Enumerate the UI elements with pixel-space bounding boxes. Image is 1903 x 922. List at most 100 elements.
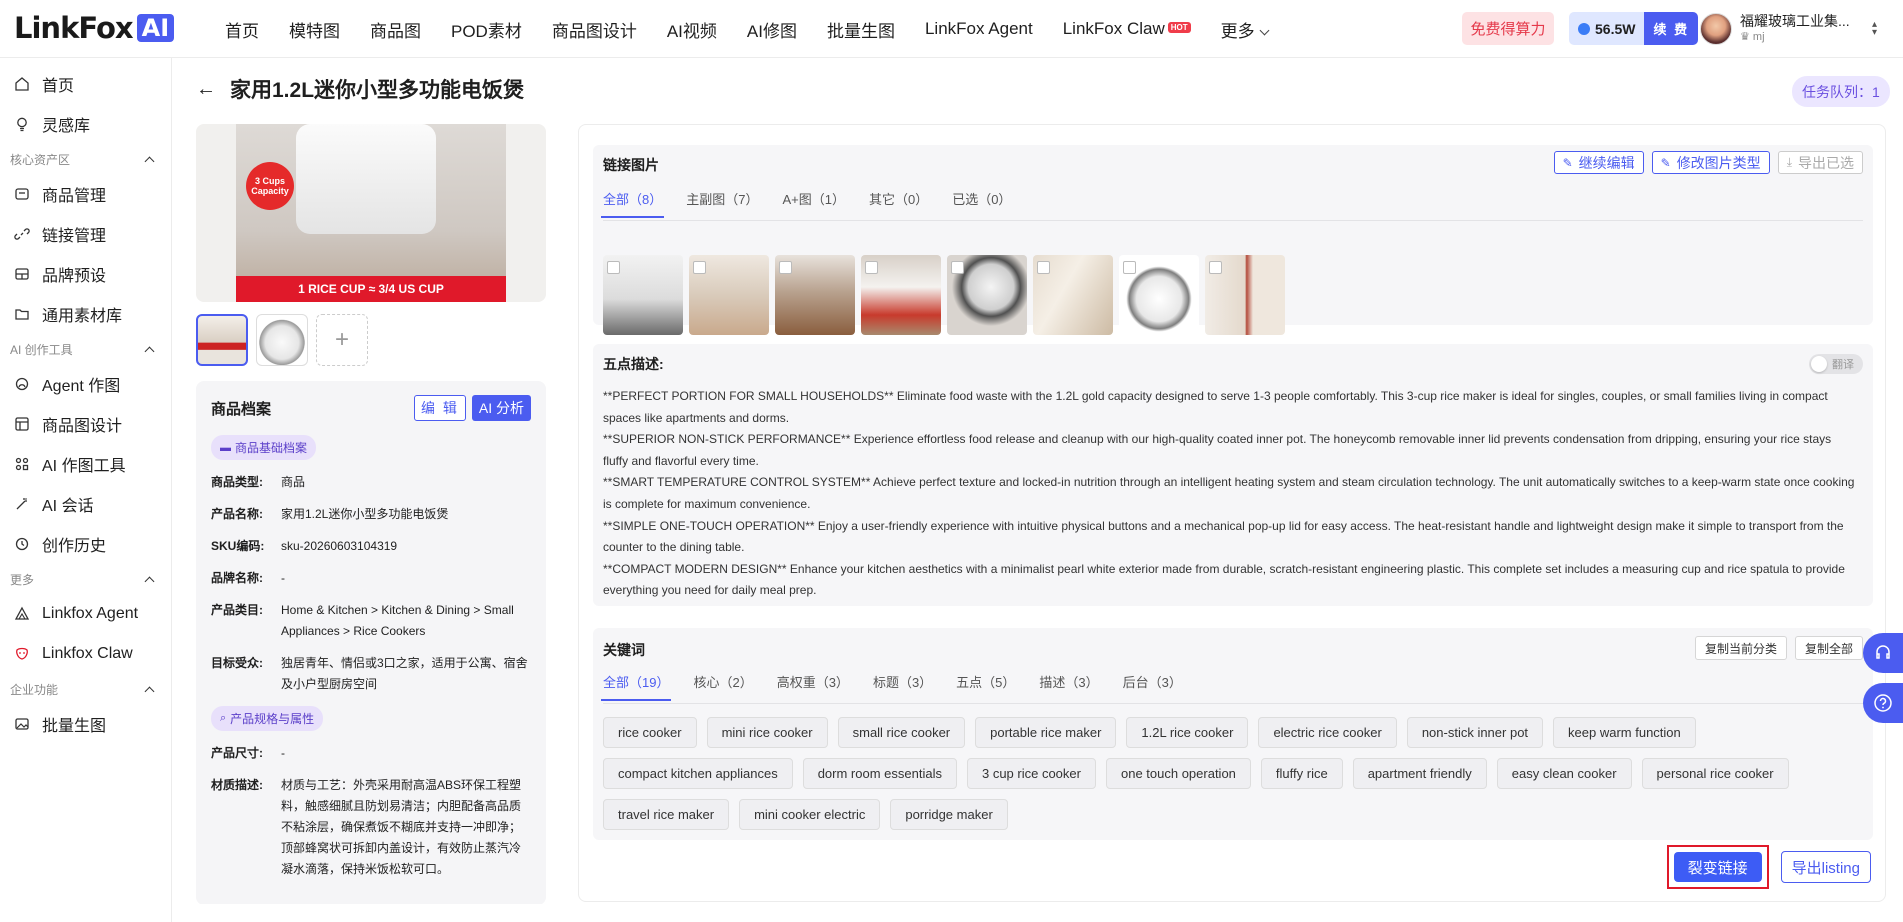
sidebar-item-linkfox-claw[interactable]: Linkfox Claw <box>0 634 171 674</box>
tab-keywords-bullets[interactable]: 五点（5） <box>956 672 1015 701</box>
keyword-tag[interactable]: easy clean cooker <box>1496 758 1632 789</box>
nav-more[interactable]: 更多 <box>1221 17 1270 42</box>
tab-all-images[interactable]: 全部（8） <box>600 189 665 218</box>
tab-keywords-title[interactable]: 标题（3） <box>873 672 932 701</box>
copy-category-button[interactable]: 复制当前分类 <box>1694 636 1787 660</box>
nav-batch[interactable]: 批量生图 <box>827 17 895 42</box>
link-image-2[interactable] <box>689 255 769 335</box>
link-image-4[interactable] <box>861 255 941 335</box>
checkbox[interactable] <box>779 261 792 274</box>
nav-ai-video[interactable]: AI视频 <box>667 17 717 42</box>
nav-home[interactable]: 首页 <box>225 17 259 42</box>
link-image-7[interactable] <box>1119 255 1199 335</box>
keyword-tag[interactable]: porridge maker <box>890 799 1008 830</box>
link-image-5[interactable] <box>947 255 1027 335</box>
keyword-tag[interactable]: portable rice maker <box>975 717 1117 748</box>
nav-pod[interactable]: POD素材 <box>451 17 522 42</box>
add-image-button[interactable]: + <box>316 314 368 366</box>
link-image-6[interactable] <box>1033 255 1113 335</box>
nav-ai-retouch[interactable]: AI修图 <box>747 17 797 42</box>
sidebar-item-batch[interactable]: 批量生图 <box>0 704 171 744</box>
edit-profile-button[interactable]: 编 辑 <box>413 395 466 421</box>
keyword-tag[interactable]: keep warm function <box>1553 717 1696 748</box>
keyword-tag[interactable]: non-stick inner pot <box>1406 717 1544 748</box>
tab-selected-images[interactable]: 已选（0） <box>952 189 1011 218</box>
tab-other-images[interactable]: 其它（0） <box>869 189 928 218</box>
sidebar-section-more[interactable]: 更多 <box>0 564 171 594</box>
nav-agent[interactable]: LinkFox Agent <box>925 19 1033 39</box>
link-image-1[interactable] <box>603 255 683 335</box>
translate-toggle[interactable]: 翻译 <box>1809 354 1863 374</box>
keyword-tag[interactable]: 1.2L rice cooker <box>1126 717 1249 748</box>
chevron-up-icon <box>144 346 155 356</box>
keyword-tag[interactable]: electric rice cooker <box>1258 717 1397 748</box>
headset-support-icon[interactable] <box>1863 633 1903 673</box>
keyword-tag[interactable]: personal rice cooker <box>1641 758 1789 789</box>
checkbox[interactable] <box>693 261 706 274</box>
tab-keywords-all[interactable]: 全部（19） <box>600 672 672 701</box>
sidebar-item-links[interactable]: 链接管理 <box>0 214 171 254</box>
keyword-tag[interactable]: mini cooker electric <box>739 799 881 830</box>
ai-analyze-button[interactable]: AI 分析 <box>471 395 531 421</box>
change-image-type-button[interactable]: ✎ 修改图片类型 <box>1651 151 1770 174</box>
checkbox[interactable] <box>951 261 964 274</box>
nav-product-image[interactable]: 商品图 <box>370 17 421 42</box>
export-listing-button[interactable]: 导出listing <box>1780 851 1871 883</box>
tab-keywords-core[interactable]: 核心（2） <box>693 672 752 701</box>
continue-edit-button[interactable]: ✎ 继续编辑 <box>1553 151 1644 174</box>
sidebar-item-ai-tools[interactable]: AI 作图工具 <box>0 444 171 484</box>
keyword-tag[interactable]: one touch operation <box>1105 758 1251 789</box>
back-arrow-icon[interactable]: ← <box>196 78 216 101</box>
link-image-8[interactable] <box>1205 255 1285 335</box>
keyword-tag[interactable]: small rice cooker <box>837 717 966 748</box>
nav-product-design[interactable]: 商品图设计 <box>552 17 637 42</box>
help-icon[interactable] <box>1863 683 1903 723</box>
keyword-tag[interactable]: apartment friendly <box>1352 758 1487 789</box>
nav-claw[interactable]: LinkFox Claw HOT <box>1063 19 1191 39</box>
keyword-tag[interactable]: rice cooker <box>603 717 697 748</box>
keyword-tag[interactable]: 3 cup rice cooker <box>966 758 1096 789</box>
keyword-tag[interactable]: compact kitchen appliances <box>603 758 793 789</box>
thumbnail-1[interactable] <box>196 314 248 366</box>
tab-keywords-high-weight[interactable]: 高权重（3） <box>777 672 849 701</box>
sidebar-item-materials[interactable]: 通用素材库 <box>0 294 171 334</box>
keyword-tag[interactable]: mini rice cooker <box>706 717 828 748</box>
sidebar-item-inspiration[interactable]: 灵感库 <box>0 104 171 144</box>
user-menu[interactable]: 福耀玻璃工业集... ♛ mj ▴ ▾ <box>1700 10 1877 48</box>
sidebar-item-design[interactable]: 商品图设计 <box>0 404 171 444</box>
keyword-tag[interactable]: travel rice maker <box>603 799 730 830</box>
nav-model[interactable]: 模特图 <box>289 17 340 42</box>
checkbox[interactable] <box>607 261 620 274</box>
sidebar-item-agent-draw[interactable]: Agent 作图 <box>0 364 171 404</box>
free-compute-button[interactable]: 免费得算力 <box>1462 12 1554 45</box>
tab-aplus-images[interactable]: A+图（1） <box>782 189 845 218</box>
fission-link-button[interactable]: 裂变链接 <box>1673 852 1762 882</box>
logo[interactable]: LinkFox AI <box>14 11 175 45</box>
sidebar-section-enterprise[interactable]: 企业功能 <box>0 674 171 704</box>
keyword-tag[interactable]: dorm room essentials <box>802 758 957 789</box>
sidebar-item-linkfox-agent[interactable]: Linkfox Agent <box>0 594 171 634</box>
sidebar-item-brand[interactable]: 品牌预设 <box>0 254 171 294</box>
sidebar-section-core[interactable]: 核心资产区 <box>0 144 171 174</box>
sidebar-item-products[interactable]: 商品管理 <box>0 174 171 214</box>
main-product-image[interactable]: 3 Cups Capacity 1 RICE CUP ≈ 3/4 US CUP <box>196 124 546 302</box>
credit-widget[interactable]: 56.5W 续 费 <box>1569 12 1699 45</box>
renew-button[interactable]: 续 费 <box>1644 12 1699 45</box>
sidebar-item-ai-chat[interactable]: AI 会话 <box>0 484 171 524</box>
copy-all-button[interactable]: 复制全部 <box>1794 636 1863 660</box>
checkbox[interactable] <box>865 261 878 274</box>
task-queue-badge[interactable]: 任务队列：1 <box>1792 76 1890 107</box>
tab-main-images[interactable]: 主副图（7） <box>686 189 758 218</box>
tab-keywords-description[interactable]: 描述（3） <box>1039 672 1098 701</box>
checkbox[interactable] <box>1209 261 1222 274</box>
tab-keywords-backend[interactable]: 后台（3） <box>1123 672 1182 701</box>
export-selected-button[interactable]: ⤓ 导出已选 <box>1777 151 1863 174</box>
link-image-3[interactable] <box>775 255 855 335</box>
keyword-tag[interactable]: fluffy rice <box>1260 758 1343 789</box>
sidebar-section-ai[interactable]: AI 创作工具 <box>0 334 171 364</box>
sidebar-item-history[interactable]: 创作历史 <box>0 524 171 564</box>
thumbnail-2[interactable] <box>256 314 308 366</box>
checkbox[interactable] <box>1123 261 1136 274</box>
sidebar-item-home[interactable]: 首页 <box>0 64 171 104</box>
checkbox[interactable] <box>1037 261 1050 274</box>
